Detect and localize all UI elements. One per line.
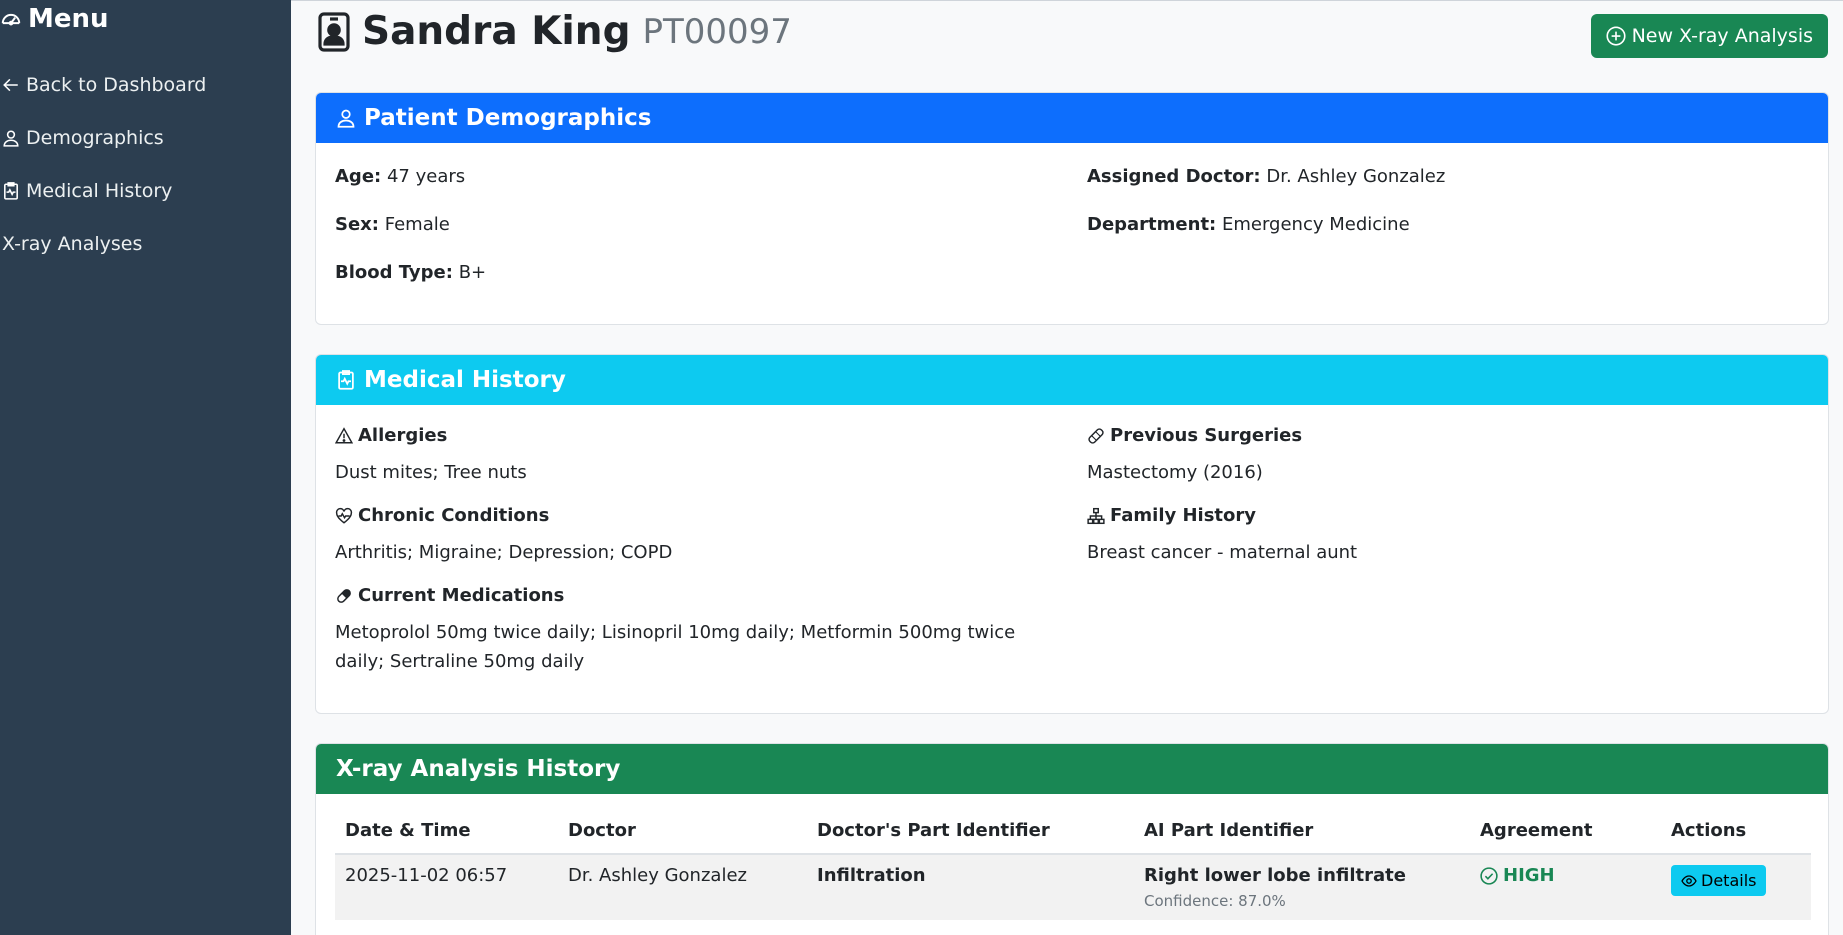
person-badge-icon [318, 11, 350, 52]
column-header-date: Date & Time [335, 808, 558, 855]
agreement-badge: HIGH [1480, 865, 1651, 886]
cell-doctor: Dr. Ashley Gonzalez [558, 854, 807, 920]
cell-ai-part: Right lower lobe infiltrate Confidence: … [1134, 854, 1470, 920]
previous-surgeries-heading: Previous Surgeries [1087, 425, 1302, 446]
ai-part-label: Right lower lobe infiltrate [1144, 865, 1406, 886]
sex-field: Sex: Female [335, 214, 450, 235]
xray-history-table: Date & Time Doctor Doctor's Part Identif… [335, 808, 1811, 920]
department-field: Department: Emergency Medicine [1087, 214, 1410, 235]
menu-title: Menu [0, 4, 109, 34]
patient-name: Sandra King [362, 9, 631, 54]
allergies-heading: Allergies [335, 425, 447, 446]
bandage-icon [1087, 427, 1105, 445]
column-header-ai-part: AI Part Identifier [1134, 808, 1470, 855]
person-icon [2, 129, 20, 147]
cell-actions: Details [1661, 854, 1811, 920]
patient-id: PT00097 [642, 11, 792, 52]
cell-doctor-part: Infiltration [807, 854, 1134, 920]
column-header-agreement: Agreement [1470, 808, 1661, 855]
diagram-tree-icon [1087, 507, 1105, 525]
previous-surgeries-value: Mastectomy (2016) [1087, 462, 1263, 483]
check-circle-icon [1480, 866, 1498, 885]
patient-header: Sandra King PT00097 [318, 9, 792, 54]
ai-confidence: Confidence: 87.0% [1144, 892, 1286, 910]
family-history-value: Breast cancer - maternal aunt [1087, 542, 1358, 563]
medical-history-card: Medical History Allergies Dust mites; Tr… [315, 354, 1829, 714]
person-icon [336, 108, 356, 128]
medical-history-header: Medical History [316, 355, 1828, 405]
column-header-doctor-part: Doctor's Part Identifier [807, 808, 1134, 855]
heart-pulse-icon [335, 507, 353, 525]
age-field: Age: 47 years [335, 166, 466, 187]
eye-icon [1681, 873, 1697, 889]
current-medications-heading: Current Medications [335, 585, 564, 606]
warning-triangle-icon [335, 426, 353, 445]
cell-datetime: 2025-11-02 06:57 [335, 854, 558, 920]
cell-agreement: HIGH [1470, 854, 1661, 920]
family-history-heading: Family History [1087, 505, 1256, 526]
chronic-conditions-heading: Chronic Conditions [335, 505, 549, 526]
current-medications-value: Metoprolol 50mg twice daily; Lisinopril … [335, 622, 1016, 672]
plus-circle-icon [1606, 26, 1626, 46]
new-xray-analysis-button[interactable]: New X-ray Analysis [1590, 14, 1828, 58]
dashboard-gauge-icon [0, 8, 22, 30]
sidebar-item-back-to-dashboard[interactable]: Back to Dashboard [2, 74, 206, 96]
blood-type-field: Blood Type: B+ [335, 262, 487, 283]
xray-history-header: X-ray Analysis History [316, 744, 1828, 794]
column-header-actions: Actions [1661, 808, 1811, 855]
xray-history-card: X-ray Analysis History Date & Time Docto… [315, 743, 1829, 935]
clipboard-pulse-icon [336, 369, 356, 391]
capsule-icon [335, 587, 353, 605]
sidebar-item-xray-analyses[interactable]: X-ray Analyses [2, 233, 142, 255]
table-row: 2025-11-02 06:57 Dr. Ashley Gonzalez Inf… [335, 854, 1811, 920]
sidebar: Menu Back to Dashboard Demographics Medi… [0, 0, 291, 935]
sidebar-item-medical-history[interactable]: Medical History [2, 180, 172, 202]
main-content: Sandra King PT00097 New X-ray Analysis P… [291, 0, 1843, 935]
demographics-header: Patient Demographics [316, 93, 1828, 143]
allergies-value: Dust mites; Tree nuts [335, 462, 527, 483]
table-header-row: Date & Time Doctor Doctor's Part Identif… [335, 808, 1811, 855]
clipboard-pulse-icon [2, 182, 20, 200]
assigned-doctor-field: Assigned Doctor: Dr. Ashley Gonzalez [1087, 166, 1446, 187]
details-button[interactable]: Details [1671, 865, 1767, 896]
chronic-conditions-value: Arthritis; Migraine; Depression; COPD [335, 542, 673, 563]
arrow-left-icon [2, 76, 20, 94]
column-header-doctor: Doctor [558, 808, 807, 855]
sidebar-item-demographics[interactable]: Demographics [2, 127, 164, 149]
demographics-card: Patient Demographics Age: 47 years Sex: … [315, 92, 1829, 325]
